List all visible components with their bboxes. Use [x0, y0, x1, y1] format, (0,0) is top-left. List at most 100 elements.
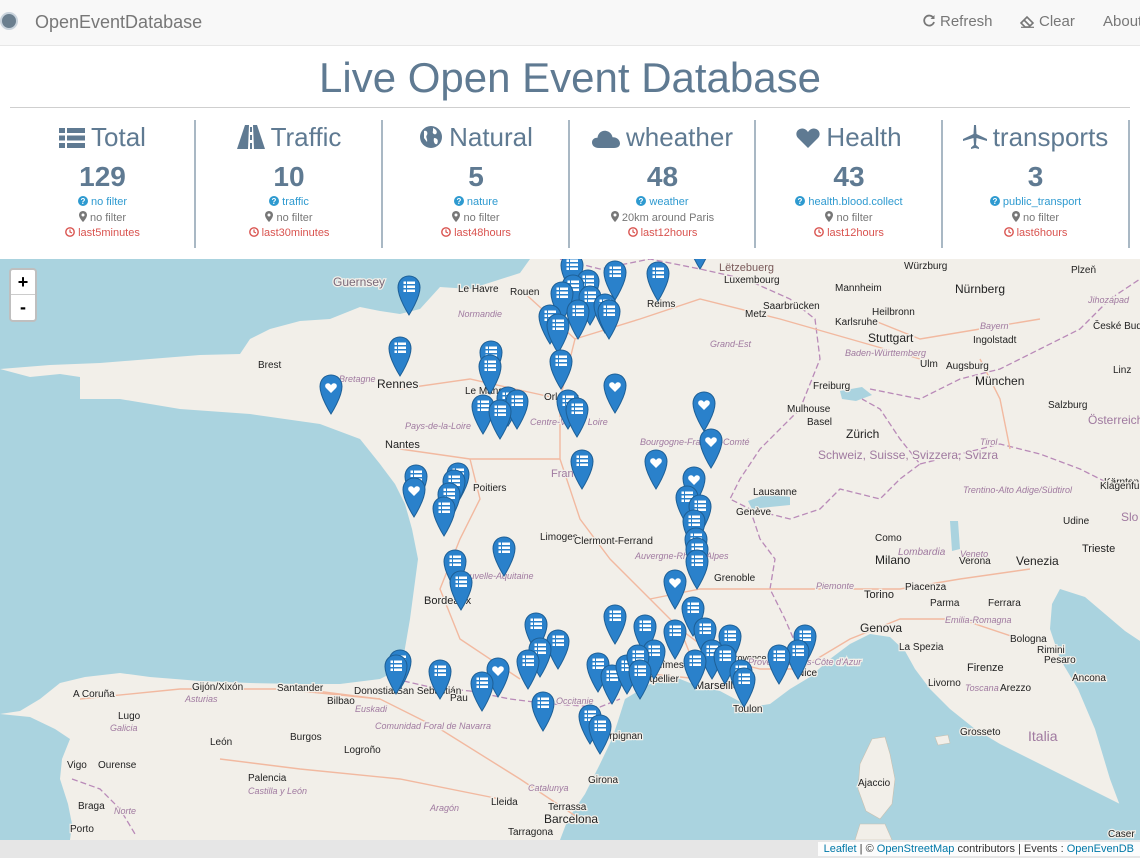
place-label: München — [975, 374, 1024, 388]
event-marker[interactable] — [566, 299, 590, 340]
list-icon — [403, 281, 415, 292]
stat-time-text: last5minutes — [78, 227, 140, 239]
map-marker-icon — [78, 211, 87, 222]
stat-filter-text: weather — [649, 196, 689, 208]
event-marker[interactable] — [549, 349, 573, 390]
lake-garda — [950, 521, 960, 551]
place-label: Bayern — [980, 321, 1009, 331]
osm-link[interactable]: OpenStreetMap — [877, 843, 955, 855]
brand-link[interactable]: OpenEventDatabase — [35, 12, 202, 33]
zoom-in-button[interactable]: + — [11, 270, 35, 295]
map-marker-icon — [452, 211, 461, 222]
event-marker[interactable] — [565, 397, 589, 438]
event-marker[interactable] — [663, 619, 687, 660]
health-event-marker[interactable] — [603, 373, 627, 414]
question-circle-icon: ? — [989, 196, 1000, 206]
event-marker[interactable] — [488, 399, 512, 440]
list-icon — [694, 500, 706, 511]
health-event-marker[interactable] — [699, 428, 723, 469]
stat-filter-text: nature — [466, 196, 499, 208]
place-label: Salzburg — [1048, 400, 1087, 411]
place-label: Gijón/Xixón — [192, 682, 243, 693]
map-canvas[interactable]: Guernsey Le Havre Rouen Reims LëtzebuergLuxe… — [0, 259, 1140, 840]
globe-logo-icon — [0, 12, 18, 30]
list-icon — [699, 623, 711, 634]
place-label: Grand-Est — [710, 339, 752, 349]
clock-icon — [627, 227, 638, 237]
leaflet-link[interactable]: Leaflet — [824, 843, 857, 855]
event-marker[interactable] — [685, 549, 709, 590]
health-event-marker[interactable] — [319, 374, 343, 415]
place-label: Pesaro — [1044, 655, 1076, 666]
stat-filter-text: health.blood.collect — [808, 196, 903, 208]
border-france-germany — [744, 278, 821, 410]
stat-time: last12hours — [570, 227, 755, 239]
oedb-link[interactable]: OpenEvenDB — [1067, 843, 1134, 855]
event-marker[interactable] — [570, 449, 594, 490]
event-marker[interactable] — [531, 691, 555, 732]
place-label: Castilla y León — [248, 786, 307, 796]
place-label: Genève — [736, 507, 771, 518]
list-icon — [572, 305, 584, 316]
place-label: Limoges — [540, 532, 578, 543]
place-label: Comunidad Foral de Navarra — [375, 721, 491, 731]
place-label: Toscana — [965, 683, 999, 693]
about-link[interactable]: About — [1103, 13, 1140, 30]
stat-time-text: last48hours — [454, 227, 511, 239]
event-marker[interactable] — [546, 313, 570, 354]
stat-count: 48 — [646, 161, 679, 192]
stat-heading: wheather — [570, 122, 755, 153]
event-map[interactable]: Guernsey Le Havre Rouen Reims Lëtzebuerg Luxe… — [0, 259, 1140, 840]
health-event-marker[interactable] — [692, 391, 716, 432]
list-icon — [669, 625, 681, 636]
health-event-marker[interactable] — [644, 449, 668, 490]
list-icon — [552, 319, 564, 330]
list-icon — [571, 403, 583, 414]
list-icon — [576, 455, 588, 466]
place-label: Brest — [258, 360, 282, 371]
clock-icon — [441, 227, 451, 237]
place-label: Metz — [745, 309, 767, 320]
event-marker[interactable] — [388, 336, 412, 377]
clear-button[interactable]: Clear — [1019, 13, 1075, 30]
event-marker[interactable] — [432, 496, 456, 537]
list-icon — [476, 677, 488, 688]
stat-filter: ? traffic — [196, 196, 382, 208]
place-label: Klagenfurt — [1100, 481, 1140, 492]
event-marker[interactable] — [646, 261, 670, 302]
stat-count: 10 — [273, 161, 305, 192]
stat-filter-text: public_transport — [1002, 196, 1082, 208]
list-icon — [552, 635, 564, 646]
zoom-out-button[interactable]: - — [11, 295, 35, 320]
list-icon — [594, 720, 606, 731]
event-marker[interactable] — [767, 644, 791, 685]
place-label: Pau — [450, 693, 468, 704]
event-marker[interactable] — [603, 604, 627, 645]
list-icon — [738, 673, 750, 684]
place-label: Piemonte — [816, 581, 854, 591]
place-label: Basel — [807, 417, 832, 428]
event-marker[interactable] — [470, 671, 494, 712]
stat-location-text: 20km around Paris — [621, 212, 715, 224]
list-icon — [498, 542, 510, 553]
place-label: Occitanie — [556, 696, 594, 706]
list-icon — [390, 660, 402, 671]
list-icon — [632, 650, 644, 661]
place-label: León — [210, 737, 232, 748]
place-label: A Coruña — [73, 689, 115, 700]
question-circle-icon: ? — [77, 196, 88, 206]
event-marker[interactable] — [516, 649, 540, 690]
place-label: Mulhouse — [787, 404, 831, 415]
event-marker[interactable] — [597, 299, 621, 340]
place-label: Baden-Württemberg — [845, 348, 926, 358]
stat-health: Health 43 ? health.blood.collect no filte… — [756, 118, 942, 248]
stat-location: no filter — [10, 211, 195, 224]
eraser-icon — [1019, 15, 1035, 28]
place-label: Lleida — [491, 797, 518, 808]
place-label: Emilia-Romagna — [945, 615, 1012, 625]
clock-icon — [248, 227, 259, 237]
clear-label: Clear — [1039, 13, 1075, 30]
place-label: Mannheim — [835, 283, 882, 294]
place-label: Freiburg — [813, 381, 850, 392]
refresh-button[interactable]: Refresh — [922, 13, 993, 30]
